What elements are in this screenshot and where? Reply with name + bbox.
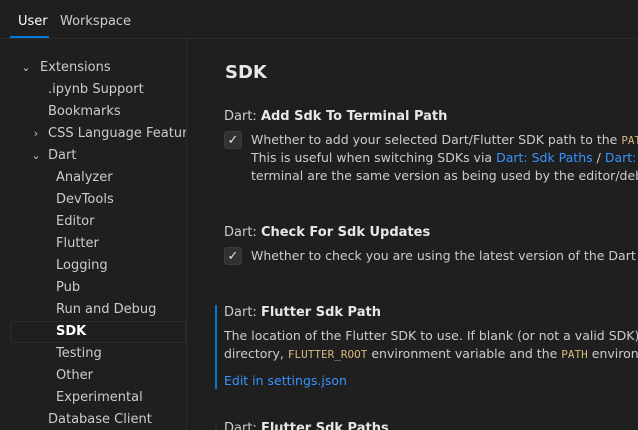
sidebar-item-ipynb-support[interactable]: .ipynb Support — [10, 79, 186, 101]
sidebar-item-label: SDK — [56, 324, 87, 339]
dart-sdk-paths-link[interactable]: Dart: Sdk Paths — [496, 150, 593, 165]
sidebar-item-label: Editor — [56, 214, 95, 229]
sidebar-item-bookmarks[interactable]: Bookmarks — [10, 101, 186, 123]
sidebar-item-extensions[interactable]: ⌄ Extensions — [10, 57, 186, 79]
sidebar-item-label: Testing — [56, 346, 102, 361]
sidebar-item-editor[interactable]: Editor — [10, 211, 186, 233]
sidebar-item-label: DevTools — [56, 192, 114, 207]
sidebar-item-label: Other — [56, 368, 93, 383]
chevron-down-icon: ⌄ — [76, 39, 88, 47]
sidebar-item-label: Experimental — [56, 390, 143, 405]
check-for-sdk-updates-checkbox[interactable]: ✓ — [224, 247, 242, 265]
sidebar-item-run-and-debug[interactable]: Run and Debug — [10, 299, 186, 321]
sidebar-item-label: Flutter — [56, 236, 99, 251]
sidebar-item-analyzer[interactable]: Analyzer — [10, 167, 186, 189]
sidebar-item-label: Database Client — [48, 412, 152, 427]
page-title: SDK — [225, 62, 267, 83]
sidebar-item-label: Extensions — [40, 60, 111, 75]
sidebar-item-experimental[interactable]: Experimental — [10, 387, 186, 409]
sidebar-item-dart[interactable]: ⌄ Dart — [10, 145, 186, 167]
active-tab-indicator — [10, 36, 49, 38]
focused-setting-indicator — [215, 305, 217, 389]
setting-separator — [215, 423, 217, 430]
settings-toc-sidebar: ⌄ ⌄ Extensions .ipynb Support Bookmarks … — [0, 39, 187, 430]
settings-editor: SDK Dart: Add Sdk To Terminal Path ✓ Whe… — [188, 39, 638, 430]
sidebar-item-database-client[interactable]: Database Client — [10, 409, 186, 430]
dart-flutter-link[interactable]: Dart: Flutter — [605, 150, 638, 165]
setting-description: Whether to check you are using the lates… — [251, 248, 638, 263]
sidebar-item-css-language-features[interactable]: › CSS Language Features — [10, 123, 186, 145]
tab-user[interactable]: User — [18, 14, 48, 29]
setting-title-add-sdk-to-terminal-path: Dart: Add Sdk To Terminal Path — [224, 109, 448, 124]
sidebar-item-label: CSS Language Features — [48, 126, 187, 141]
setting-description: directory, FLUTTER_ROOT environment vari… — [224, 346, 638, 361]
sidebar-item-other[interactable]: Other — [10, 365, 186, 387]
sidebar-item-label: Pub — [56, 280, 81, 295]
sidebar-item-pub[interactable]: Pub — [10, 277, 186, 299]
settings-scope-tabs: User Workspace — [0, 0, 638, 39]
tab-workspace[interactable]: Workspace — [60, 14, 131, 29]
edit-in-settings-json-link[interactable]: Edit in settings.json — [224, 373, 347, 388]
chevron-down-icon: ⌄ — [21, 61, 31, 74]
sidebar-item-label: Run and Debug — [56, 302, 157, 317]
sidebar-item-label: .ipynb Support — [48, 82, 144, 97]
setting-title-flutter-sdk-paths: Dart: Flutter Sdk Paths — [224, 421, 389, 430]
add-sdk-to-terminal-path-checkbox[interactable]: ✓ — [224, 131, 242, 149]
sidebar-item-label: Analyzer — [56, 170, 113, 185]
chevron-down-icon: ⌄ — [31, 149, 41, 162]
sidebar-item-label: Logging — [56, 258, 108, 273]
sidebar-item-testing[interactable]: Testing — [10, 343, 186, 365]
setting-title-check-for-sdk-updates: Dart: Check For Sdk Updates — [224, 225, 431, 240]
sidebar-item-label: Dart — [48, 148, 77, 163]
setting-title-flutter-sdk-path: Dart: Flutter Sdk Path — [224, 305, 381, 320]
sidebar-item-logging[interactable]: Logging — [10, 255, 186, 277]
sidebar-item-sdk[interactable]: SDK — [10, 321, 186, 343]
sidebar-item-label: Bookmarks — [48, 104, 121, 119]
sidebar-item-flutter[interactable]: Flutter — [10, 233, 186, 255]
setting-description: terminal are the same version as being u… — [251, 168, 638, 183]
sidebar-item-devtools[interactable]: DevTools — [10, 189, 186, 211]
chevron-right-icon: › — [33, 127, 39, 140]
